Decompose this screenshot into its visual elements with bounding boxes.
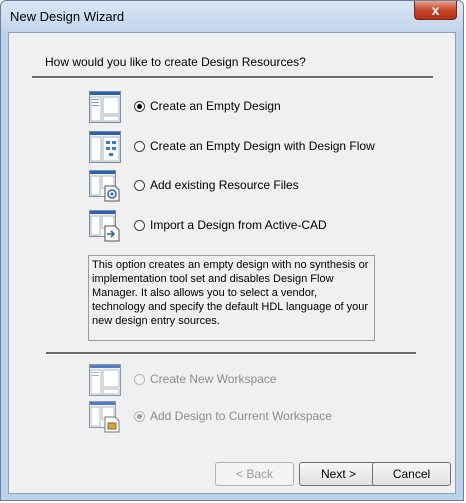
option-label: Create New Workspace	[150, 372, 277, 386]
option-label: Import a Design from Active-CAD	[150, 218, 327, 232]
radio-create-new-workspace[interactable]	[134, 374, 145, 385]
add-to-workspace-icon	[89, 401, 120, 433]
option-label: Create an Empty Design with Design Flow	[150, 139, 375, 153]
question-label: How would you like to create Design Reso…	[45, 55, 306, 69]
wizard-window: New Design Wizard x How would you like t…	[0, 0, 464, 501]
option-label: Add Design to Current Workspace	[150, 409, 332, 423]
top-divider	[32, 76, 433, 79]
radio-add-resource-files[interactable]	[134, 180, 145, 191]
resource-files-icon	[89, 170, 120, 202]
close-button[interactable]: x	[414, 1, 457, 20]
bottom-divider	[46, 352, 416, 355]
close-icon: x	[431, 2, 440, 18]
next-button[interactable]: Next >	[299, 462, 378, 486]
title-bar[interactable]: New Design Wizard x	[1, 1, 463, 32]
cancel-button[interactable]: Cancel	[372, 462, 451, 486]
design-flow-icon	[89, 131, 121, 163]
back-button[interactable]: < Back	[215, 462, 294, 486]
empty-design-icon	[89, 91, 121, 123]
workspace-icon	[89, 364, 121, 396]
radio-empty-design-flow[interactable]	[134, 141, 145, 152]
radio-import-active-cad[interactable]	[134, 220, 145, 231]
import-design-icon	[89, 210, 120, 242]
option-description: This option creates an empty design with…	[88, 255, 375, 341]
option-label: Add existing Resource Files	[150, 178, 299, 192]
radio-add-to-current-workspace[interactable]	[134, 411, 145, 422]
option-label: Create an Empty Design	[150, 99, 281, 113]
window-title: New Design Wizard	[10, 9, 125, 24]
radio-empty-design[interactable]	[134, 101, 145, 112]
wizard-client-area: How would you like to create Design Reso…	[8, 32, 456, 494]
